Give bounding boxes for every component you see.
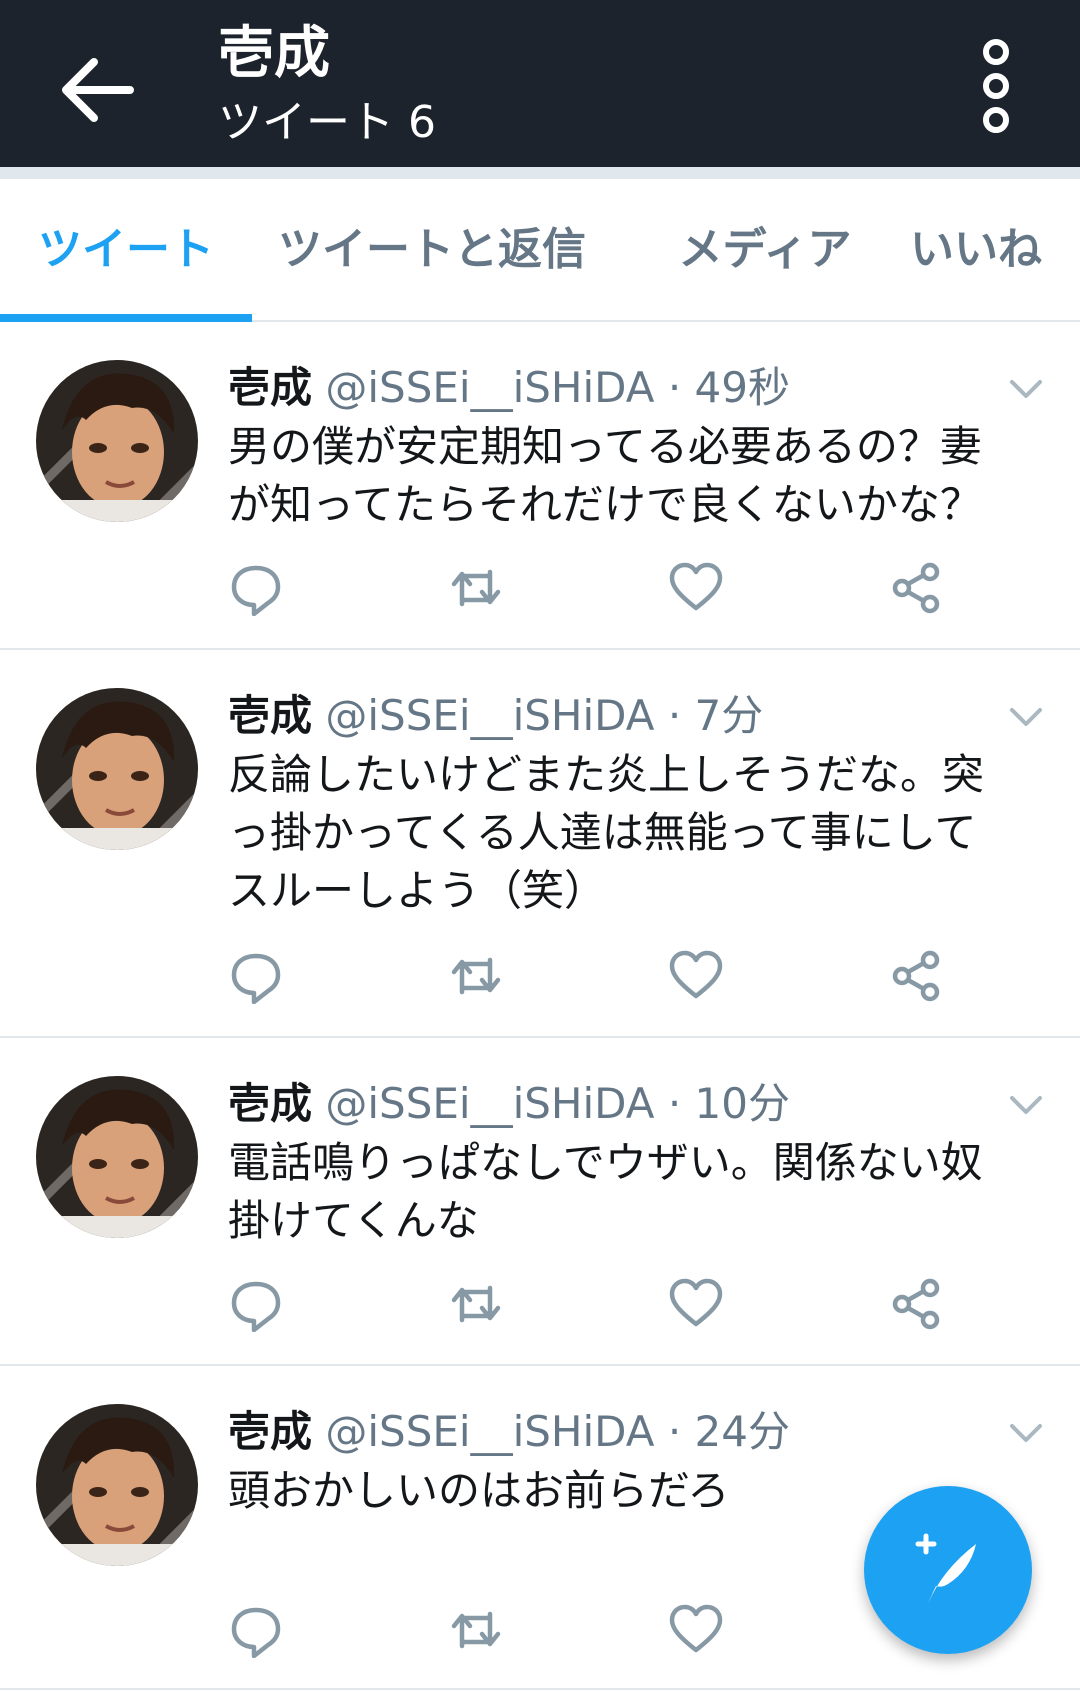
chevron-down-icon[interactable] <box>1006 376 1046 402</box>
tweet-actions <box>0 560 1080 620</box>
chevron-down-icon[interactable] <box>1006 1092 1046 1118</box>
retweet-icon[interactable] <box>448 948 504 1004</box>
avatar-image <box>36 688 198 850</box>
tweet-text: 反論したいけどまた炎上しそうだな。突 っ掛かってくる人達は無能って事にして スル… <box>228 746 1048 920</box>
avatar-image <box>36 360 198 522</box>
retweet-icon[interactable] <box>448 1276 504 1332</box>
tweet-actions <box>0 948 1080 1008</box>
share-icon[interactable] <box>888 560 944 616</box>
divider <box>0 167 1080 179</box>
avatar[interactable] <box>36 1076 198 1238</box>
share-icon[interactable] <box>888 948 944 1004</box>
tweet-text-line: 掛けてくんな <box>228 1196 479 1245</box>
retweet-icon[interactable] <box>448 560 504 616</box>
user-name: 壱成 <box>228 1407 313 1456</box>
compose-feather-icon <box>915 1533 976 1604</box>
separator-dot: · <box>667 691 695 740</box>
avatar[interactable] <box>36 688 198 850</box>
heart-icon[interactable] <box>668 948 724 1004</box>
tweet-text-line: スルーしよう（笑） <box>228 866 607 915</box>
tweet-time: 24分 <box>694 1407 790 1456</box>
reply-icon[interactable] <box>228 560 284 616</box>
user-name: 壱成 <box>228 691 313 740</box>
tweet-item[interactable]: 壱成 @iSSEi__iSHiDA · 49秒 男の僕が安定期知ってる必要あるの… <box>0 322 1080 650</box>
profile-tabs: ツイート ツイートと返信 メディア いいね <box>0 179 1080 322</box>
tweet-item[interactable]: 壱成 @iSSEi__iSHiDA · 10分 電話鳴りっぱなしでウザい。関係な… <box>0 1038 1080 1366</box>
separator-dot: · <box>667 1407 695 1456</box>
share-icon[interactable] <box>888 1276 944 1332</box>
tweet-text: 男の僕が安定期知ってる必要あるの？妻 が知ってたらそれだけで良くないかな？ <box>228 418 1048 534</box>
app-bar: 壱成 ツイート 6 <box>0 0 1080 167</box>
tweet-header: 壱成 @iSSEi__iSHiDA · 49秒 <box>228 358 790 418</box>
reply-icon[interactable] <box>228 1276 284 1332</box>
avatar-image <box>36 1076 198 1238</box>
tweet-item[interactable]: 壱成 @iSSEi__iSHiDA · 7分 反論したいけどまた炎上しそうだな。… <box>0 650 1080 1038</box>
tweet-text-line: っ掛かってくる人達は無能って事にして <box>228 808 977 857</box>
tab-media[interactable]: メディア <box>640 179 890 320</box>
user-handle: @iSSEi__iSHiDA <box>325 363 655 412</box>
avatar[interactable] <box>36 360 198 522</box>
tweet-time: 7分 <box>694 691 764 740</box>
retweet-icon[interactable] <box>448 1602 504 1658</box>
back-button[interactable] <box>58 52 138 128</box>
compose-tweet-button[interactable] <box>864 1486 1032 1654</box>
tweet-text-line: 男の僕が安定期知ってる必要あるの？妻 <box>228 422 982 471</box>
user-name: 壱成 <box>228 363 313 412</box>
more-options-button[interactable] <box>978 38 1014 134</box>
heart-icon[interactable] <box>668 1602 724 1658</box>
tab-likes[interactable]: いいね <box>910 179 1080 320</box>
tweet-time: 49秒 <box>694 363 790 412</box>
profile-title: 壱成 <box>218 21 330 86</box>
tweet-time: 10分 <box>694 1079 790 1128</box>
user-handle: @iSSEi__iSHiDA <box>325 1407 655 1456</box>
tweet-text-line: 電話鳴りっぱなしでウザい。関係ない奴 <box>228 1138 983 1187</box>
avatar[interactable] <box>36 1404 198 1566</box>
tab-tweets[interactable]: ツイート <box>0 179 252 320</box>
reply-icon[interactable] <box>228 948 284 1004</box>
separator-dot: · <box>667 1079 695 1128</box>
tweet-text: 電話鳴りっぱなしでウザい。関係ない奴 掛けてくんな <box>228 1134 1048 1250</box>
user-name: 壱成 <box>228 1079 313 1128</box>
tweet-count: ツイート 6 <box>218 97 436 148</box>
tweet-actions <box>0 1276 1080 1336</box>
tweet-header: 壱成 @iSSEi__iSHiDA · 24分 <box>228 1402 790 1462</box>
chevron-down-icon[interactable] <box>1006 704 1046 730</box>
user-handle: @iSSEi__iSHiDA <box>325 691 655 740</box>
tweet-header: 壱成 @iSSEi__iSHiDA · 10分 <box>228 1074 790 1134</box>
avatar-image <box>36 1404 198 1566</box>
user-handle: @iSSEi__iSHiDA <box>325 1079 655 1128</box>
tweet-header: 壱成 @iSSEi__iSHiDA · 7分 <box>228 686 763 746</box>
reply-icon[interactable] <box>228 1602 284 1658</box>
tweet-text-line: が知ってたらそれだけで良くないかな？ <box>228 480 982 529</box>
active-tab-indicator <box>0 314 252 322</box>
heart-icon[interactable] <box>668 1276 724 1332</box>
tweet-text-line: 反論したいけどまた炎上しそうだな。突 <box>228 750 985 799</box>
more-vertical-icon <box>983 39 1009 133</box>
heart-icon[interactable] <box>668 560 724 616</box>
separator-dot: · <box>667 363 695 412</box>
chevron-down-icon[interactable] <box>1006 1420 1046 1446</box>
tab-tweets-and-replies[interactable]: ツイートと返信 <box>262 179 602 320</box>
arrow-left-icon <box>62 58 134 122</box>
